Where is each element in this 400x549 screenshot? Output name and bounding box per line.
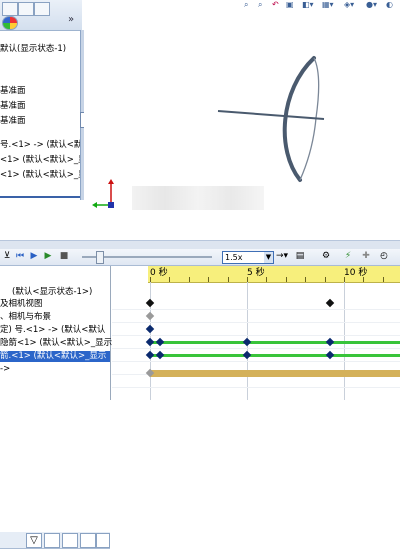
hide-show-icon[interactable]: ◈▾ (344, 0, 354, 10)
animation-track-bar[interactable] (150, 354, 400, 357)
timeline-tick (324, 277, 326, 282)
add-key-icon[interactable]: ✚ (360, 251, 372, 262)
timeline-row-line (112, 322, 400, 323)
filter-driving-icon[interactable] (62, 533, 78, 548)
timeline-tick (188, 277, 190, 282)
playback-speed-select[interactable]: 1.5x ▼ (222, 251, 274, 264)
feature-manager-panel: » 默认(显示状态-1) 基准面 基准面 基准面 号.<1> -> (默认<默认… (0, 0, 82, 240)
section-view-icon[interactable]: ▣ (286, 0, 294, 10)
motion-item-scene[interactable]: 、相机与布景 (0, 312, 51, 323)
motion-tree-header: ▽ (0, 532, 110, 549)
blurred-region (132, 186, 264, 210)
previous-view-icon[interactable]: ↶ (272, 0, 279, 10)
tree-plane-2[interactable]: 基准面 (0, 101, 26, 112)
time-label-0: 0 秒 (150, 268, 168, 278)
property-manager-tab[interactable] (18, 2, 34, 16)
timeline-tick (266, 277, 268, 282)
filter-results-icon[interactable] (96, 533, 110, 548)
motion-item-arrow-selected[interactable]: 箭.<1> (默认<默认>_显示 (0, 351, 110, 362)
motion-item-extra[interactable]: -> (0, 364, 10, 375)
motion-item-assembly[interactable]: (默认<显示状态-1>) (12, 287, 92, 298)
coordinate-triad (92, 179, 114, 208)
expand-panel-icon[interactable]: » (68, 14, 74, 25)
motion-item-lights-cameras[interactable]: 及相机视图 (0, 299, 43, 310)
filter-selected-icon[interactable] (80, 533, 96, 548)
motion-item-mate[interactable]: 定) 号.<1> -> (默认<默认 (0, 325, 105, 336)
timeline-tick (169, 277, 171, 282)
motor-icon[interactable]: ◴ (378, 251, 390, 262)
play-button[interactable]: ▶ (28, 251, 40, 262)
timeline-ruler[interactable]: 0 秒 5 秒 10 秒 (148, 266, 400, 283)
edit-appearance-icon[interactable]: ●▾ (366, 0, 377, 10)
animation-track-bar[interactable] (150, 341, 400, 344)
bow-limb (282, 56, 316, 182)
timeline-row-line (112, 361, 400, 362)
playback-mode-icon[interactable]: →▾ (276, 251, 288, 262)
save-animation-icon[interactable]: ▤ (294, 251, 306, 262)
filter-icon[interactable]: ▽ (26, 533, 42, 548)
appearance-tab-icon[interactable] (2, 16, 18, 30)
tree-plane-3[interactable]: 基准面 (0, 116, 26, 127)
timeline-row-line (112, 309, 400, 310)
view-heads-up-toolbar: ⌕ ⌕ ↶ ▣ ◧▾ ▦▾ ◈▾ ●▾ ◐ (244, 0, 400, 10)
timeline-tick (363, 277, 365, 282)
feature-manager-bottom-pane (0, 196, 80, 240)
autokey-icon[interactable]: ⚡ (342, 251, 354, 262)
tree-config-label[interactable]: 默认(显示状态-1) (0, 44, 66, 55)
chevron-down-icon[interactable]: ▼ (264, 252, 273, 263)
stop-button[interactable]: ■ (58, 251, 70, 262)
timeline-tick (305, 277, 307, 282)
time-label-5: 5 秒 (247, 268, 265, 278)
display-style-icon[interactable]: ▦▾ (322, 0, 334, 10)
timeline-tick (285, 277, 287, 282)
timeline-row-line (112, 387, 400, 388)
feature-manager-toolbar: » (0, 0, 82, 31)
playback-slider-thumb[interactable] (96, 251, 104, 264)
playback-speed-value: 1.5x (225, 253, 243, 262)
tree-mate-3[interactable]: <1> (默认<默认>_显示 (0, 170, 82, 181)
filter-animated-icon[interactable] (44, 533, 60, 548)
motion-item-hidden-arrow[interactable]: 隐箭<1> (默认<默认>_显示 (0, 338, 112, 349)
feature-tree: 默认(显示状态-1) 基准面 基准面 基准面 号.<1> -> (默认<默认 <… (0, 30, 82, 205)
timeline-tick (227, 277, 229, 282)
rewind-button[interactable]: ⏮ (14, 251, 26, 262)
timeline-tick (208, 277, 210, 282)
scene-icon[interactable]: ◐ (386, 0, 393, 10)
arrow-shaft (217, 110, 325, 120)
timeline-row-line (112, 348, 400, 349)
animation-duration-bar[interactable] (150, 370, 400, 377)
tree-mate-2[interactable]: <1> (默认<默认>_显 (0, 155, 82, 166)
zoom-to-fit-icon[interactable]: ⌕ (244, 0, 248, 10)
timeline-area[interactable] (112, 266, 400, 400)
filter-icon[interactable]: ⊻ (1, 251, 13, 262)
tree-mate-1[interactable]: 号.<1> -> (默认<默认 (0, 140, 82, 151)
timeline-row-line (112, 335, 400, 336)
timeline-tick (382, 277, 384, 282)
zoom-area-icon[interactable]: ⌕ (258, 0, 262, 10)
configuration-tab[interactable] (34, 2, 50, 16)
view-orientation-icon[interactable]: ◧▾ (302, 0, 314, 10)
play-from-start-button[interactable]: ▶ (42, 251, 54, 262)
tree-plane-1[interactable]: 基准面 (0, 86, 26, 97)
animation-wizard-icon[interactable]: ⚙ (320, 251, 332, 262)
feature-tree-tab[interactable] (2, 2, 18, 16)
